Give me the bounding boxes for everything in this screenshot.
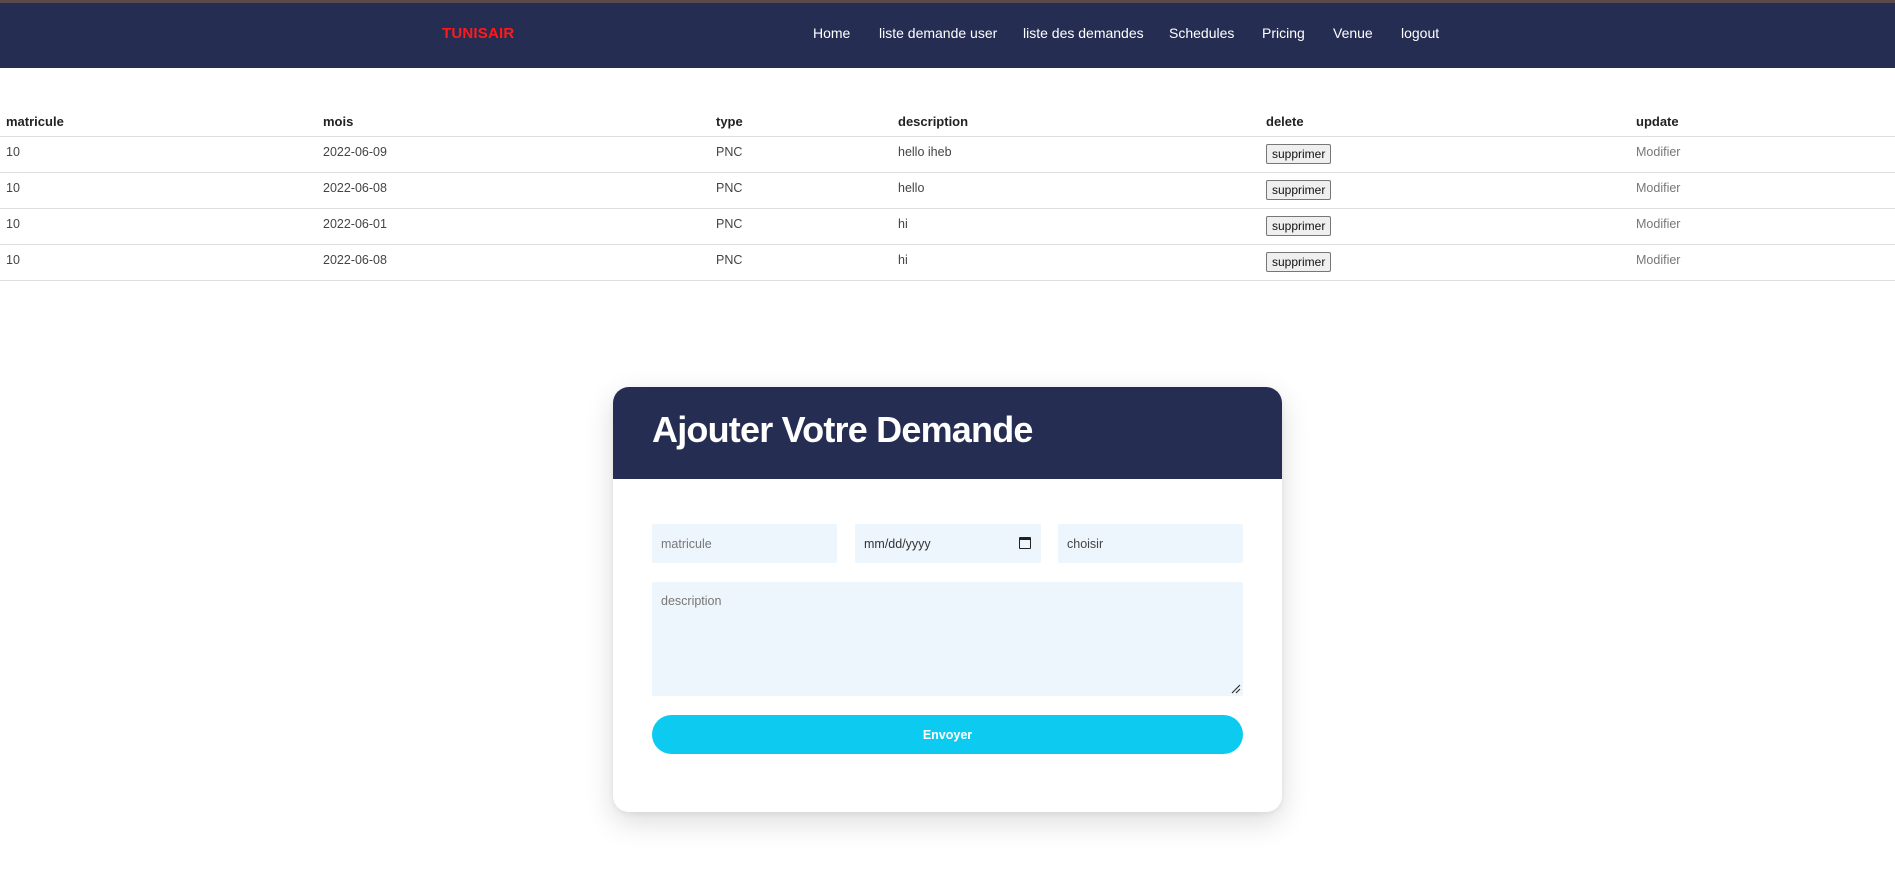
cell-mois: 2022-06-09 <box>317 136 710 173</box>
modifier-link[interactable]: Modifier <box>1636 145 1680 159</box>
calendar-icon[interactable] <box>1019 537 1031 549</box>
column-header-mois: mois <box>317 108 710 137</box>
supprimer-button[interactable]: supprimer <box>1266 216 1332 236</box>
demandes-table: matricule mois type description delete u… <box>0 108 1895 281</box>
nav-link-pricing[interactable]: Pricing <box>1262 25 1305 41</box>
cell-type: PNC <box>710 208 892 245</box>
cell-update: Modifier <box>1630 172 1895 209</box>
column-header-matricule: matricule <box>0 108 317 137</box>
cell-description: hello <box>892 172 1260 209</box>
supprimer-button[interactable]: supprimer <box>1266 180 1332 200</box>
column-header-update: update <box>1630 108 1895 137</box>
date-input[interactable]: mm/dd/yyyy <box>855 524 1041 563</box>
cell-update: Modifier <box>1630 244 1895 281</box>
cell-delete: supprimer <box>1260 136 1630 173</box>
modifier-link[interactable]: Modifier <box>1636 253 1680 267</box>
column-header-delete: delete <box>1260 108 1630 137</box>
matricule-input[interactable]: matricule <box>652 524 837 563</box>
navbar: TUNISAIR Home liste demande user liste d… <box>0 0 1895 68</box>
modifier-link[interactable]: Modifier <box>1636 181 1680 195</box>
table-row: 10 2022-06-01 PNC hi supprimer Modifier <box>0 208 1895 245</box>
nav-links: Home liste demande user liste des demand… <box>0 25 1895 49</box>
cell-matricule: 10 <box>0 172 317 209</box>
form-title: Ajouter Votre Demande <box>652 409 1033 450</box>
cell-description: hi <box>892 244 1260 281</box>
supprimer-button[interactable]: supprimer <box>1266 252 1332 272</box>
cell-delete: supprimer <box>1260 208 1630 245</box>
cell-update: Modifier <box>1630 136 1895 173</box>
supprimer-button[interactable]: supprimer <box>1266 144 1332 164</box>
nav-link-liste-des-demandes[interactable]: liste des demandes <box>1023 25 1144 41</box>
cell-description: hi <box>892 208 1260 245</box>
nav-link-schedules[interactable]: Schedules <box>1169 25 1234 41</box>
cell-mois: 2022-06-08 <box>317 244 710 281</box>
demandes-table-wrapper: matricule mois type description delete u… <box>0 108 1895 281</box>
nav-link-logout[interactable]: logout <box>1401 25 1439 41</box>
cell-mois: 2022-06-08 <box>317 172 710 209</box>
cell-matricule: 10 <box>0 208 317 245</box>
resize-handle-icon[interactable] <box>1229 682 1241 694</box>
table-row: 10 2022-06-09 PNC hello iheb supprimer M… <box>0 136 1895 173</box>
cell-delete: supprimer <box>1260 172 1630 209</box>
cell-mois: 2022-06-01 <box>317 208 710 245</box>
envoyer-button[interactable]: Envoyer <box>652 715 1243 754</box>
modifier-link[interactable]: Modifier <box>1636 217 1680 231</box>
description-textarea[interactable]: description <box>652 582 1243 696</box>
description-placeholder: description <box>661 594 722 608</box>
table-row: 10 2022-06-08 PNC hi supprimer Modifier <box>0 244 1895 281</box>
cell-type: PNC <box>710 172 892 209</box>
ajouter-demande-card: Ajouter Votre Demande matricule mm/dd/yy… <box>613 387 1282 812</box>
table-row: 10 2022-06-08 PNC hello supprimer Modifi… <box>0 172 1895 209</box>
column-header-type: type <box>710 108 892 137</box>
cell-update: Modifier <box>1630 208 1895 245</box>
cell-description: hello iheb <box>892 136 1260 173</box>
cell-matricule: 10 <box>0 244 317 281</box>
cell-type: PNC <box>710 136 892 173</box>
cell-matricule: 10 <box>0 136 317 173</box>
cell-type: PNC <box>710 244 892 281</box>
card-header: Ajouter Votre Demande <box>613 387 1282 479</box>
nav-link-liste-demande-user[interactable]: liste demande user <box>879 25 997 41</box>
nav-link-home[interactable]: Home <box>813 25 850 41</box>
nav-link-venue[interactable]: Venue <box>1333 25 1373 41</box>
table-header-row: matricule mois type description delete u… <box>0 108 1895 137</box>
type-select[interactable]: choisir <box>1058 524 1243 563</box>
cell-delete: supprimer <box>1260 244 1630 281</box>
date-placeholder: mm/dd/yyyy <box>864 536 931 551</box>
column-header-description: description <box>892 108 1260 137</box>
